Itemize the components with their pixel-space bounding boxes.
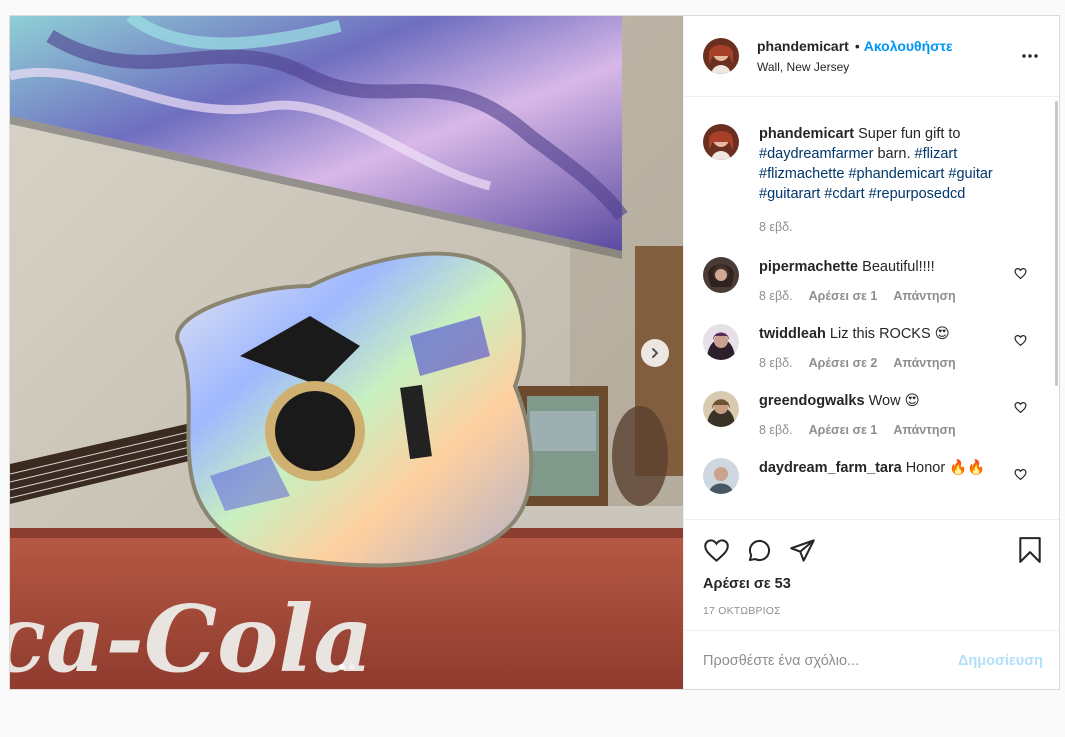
- carousel-next-button[interactable]: [641, 339, 669, 367]
- comment-item: pipermachette Beautiful!!!! 8 εβδ. Αρέσε…: [684, 257, 1059, 303]
- comment-meta: 8 εβδ. Αρέσει σε 1 Απάντηση: [759, 423, 1023, 437]
- publish-button[interactable]: Δημοσίευση: [958, 653, 1043, 669]
- comment-age[interactable]: 8 εβδ.: [759, 356, 793, 370]
- comment-text: daydream_farm_tara Honor 🔥🔥: [759, 458, 1023, 478]
- header-row: phandemicart • Ακολουθήστε: [757, 38, 953, 54]
- hashtag-link[interactable]: #daydreamfarmer: [759, 146, 873, 162]
- hashtag-link[interactable]: #guitarart: [759, 186, 820, 202]
- reply-button[interactable]: Απάντηση: [893, 423, 955, 437]
- heart-icon: [704, 539, 729, 562]
- comment-content: Honor 🔥🔥: [905, 460, 986, 476]
- comment-like-button[interactable]: [1014, 401, 1027, 417]
- carousel-dot: [338, 664, 345, 670]
- caption-item: phandemicart Super fun gift to #daydream…: [684, 124, 1059, 234]
- comment-body: twiddleah Liz this ROCKS 😍 8 εβδ. Αρέσει…: [759, 324, 1023, 370]
- post-image[interactable]: ca-Cola: [10, 16, 683, 689]
- caption-mid-text: barn.: [873, 146, 915, 162]
- comment-icon: [748, 539, 771, 562]
- caption-plain-text: Super fun gift to: [854, 126, 961, 142]
- share-icon: [790, 539, 815, 562]
- guitar-photo: ca-Cola: [10, 16, 683, 689]
- author-username[interactable]: phandemicart: [757, 38, 849, 54]
- hashtag-link[interactable]: #guitar: [948, 166, 992, 182]
- follow-button[interactable]: Ακολουθήστε: [864, 38, 953, 54]
- post-header: phandemicart • Ακολουθήστε Wall, New Jer…: [684, 16, 1059, 97]
- caption-meta: 8 εβδ.: [759, 220, 1023, 234]
- comment-meta: 8 εβδ. Αρέσει σε 1 Απάντηση: [759, 289, 1023, 303]
- heart-icon: [1014, 268, 1027, 280]
- save-button[interactable]: [1017, 536, 1043, 567]
- header-names: phandemicart • Ακολουθήστε Wall, New Jer…: [757, 38, 953, 74]
- post-location[interactable]: Wall, New Jersey: [757, 60, 953, 74]
- action-icons: [703, 537, 816, 567]
- comments-section[interactable]: phandemicart Super fun gift to #daydream…: [684, 97, 1059, 519]
- commenter-avatar[interactable]: [703, 257, 739, 293]
- comment-body: greendogwalks Wow 😍 8 εβδ. Αρέσει σε 1 Α…: [759, 391, 1023, 437]
- bookmark-icon: [1019, 537, 1041, 563]
- caption-username[interactable]: phandemicart: [759, 126, 854, 142]
- chevron-right-icon: [652, 348, 659, 358]
- comment-like-button[interactable]: [1014, 334, 1027, 350]
- post-actions: Αρέσει σε 53 17 ΟΚΤΩΒΡΙΟΣ Δημοσίευση: [684, 519, 1059, 689]
- hashtag-link[interactable]: #repurposedcd: [869, 186, 966, 202]
- comment-item: daydream_farm_tara Honor 🔥🔥: [684, 458, 1059, 494]
- hashtag-link[interactable]: #flizmachette: [759, 166, 844, 182]
- comment-body: daydream_farm_tara Honor 🔥🔥: [759, 458, 1023, 494]
- comment-button[interactable]: [746, 537, 773, 567]
- carousel-indicators: [10, 664, 683, 670]
- likes-count[interactable]: Αρέσει σε 53: [703, 576, 791, 592]
- add-comment-row: Δημοσίευση: [684, 630, 1059, 690]
- comment-age[interactable]: 8 εβδ.: [759, 289, 793, 303]
- comment-age[interactable]: 8 εβδ.: [759, 423, 793, 437]
- comment-likes[interactable]: Αρέσει σε 2: [809, 356, 878, 370]
- heart-icon: [1014, 335, 1027, 347]
- post-card: ca-Cola phandemicart • Ακολουθήστε Wall,…: [9, 15, 1060, 690]
- comment-content: Liz this ROCKS 😍: [829, 326, 950, 342]
- comment-likes[interactable]: Αρέσει σε 1: [809, 289, 878, 303]
- comment-text: pipermachette Beautiful!!!!: [759, 257, 1023, 277]
- hashtag-link[interactable]: #cdart: [824, 186, 864, 202]
- carousel-dot: [348, 664, 355, 670]
- comment-username[interactable]: twiddleah: [759, 326, 826, 342]
- heart-icon: [1014, 469, 1027, 481]
- share-button[interactable]: [789, 537, 816, 567]
- commenter-avatar[interactable]: [703, 324, 739, 360]
- reply-button[interactable]: Απάντηση: [893, 289, 955, 303]
- caption-body: phandemicart Super fun gift to #daydream…: [759, 124, 1023, 234]
- author-avatar[interactable]: [703, 124, 739, 160]
- more-options-button[interactable]: [1021, 47, 1039, 68]
- comment-text: greendogwalks Wow 😍: [759, 391, 1023, 411]
- comment-content: Wow 😍: [868, 393, 920, 409]
- post-date[interactable]: 17 ΟΚΤΩΒΡΙΟΣ: [703, 605, 781, 617]
- add-comment-input[interactable]: [703, 652, 958, 669]
- comment-username[interactable]: greendogwalks: [759, 393, 865, 409]
- caption-text: phandemicart Super fun gift to #daydream…: [759, 124, 1023, 204]
- comment-item: twiddleah Liz this ROCKS 😍 8 εβδ. Αρέσει…: [684, 324, 1059, 370]
- commenter-avatar[interactable]: [703, 458, 739, 494]
- reply-button[interactable]: Απάντηση: [893, 356, 955, 370]
- comment-username[interactable]: daydream_farm_tara: [759, 460, 902, 476]
- heart-icon: [1014, 402, 1027, 414]
- comment-meta: 8 εβδ. Αρέσει σε 2 Απάντηση: [759, 356, 1023, 370]
- commenter-avatar[interactable]: [703, 391, 739, 427]
- comment-content: Beautiful!!!!: [862, 259, 935, 275]
- comment-username[interactable]: pipermachette: [759, 259, 858, 275]
- post-sidebar: phandemicart • Ακολουθήστε Wall, New Jer…: [683, 16, 1059, 689]
- hashtag-link[interactable]: #flizart: [915, 146, 958, 162]
- more-options-icon: [1022, 54, 1038, 58]
- comment-like-button[interactable]: [1014, 468, 1027, 484]
- comment-item: greendogwalks Wow 😍 8 εβδ. Αρέσει σε 1 Α…: [684, 391, 1059, 437]
- coca-cola-logo-text: ca-Cola: [10, 585, 373, 689]
- comment-text: twiddleah Liz this ROCKS 😍: [759, 324, 1023, 344]
- like-button[interactable]: [703, 537, 730, 567]
- hashtag-link[interactable]: #phandemicart: [848, 166, 944, 182]
- separator-bullet: •: [854, 38, 860, 54]
- comment-likes[interactable]: Αρέσει σε 1: [809, 423, 878, 437]
- comment-like-button[interactable]: [1014, 267, 1027, 283]
- author-avatar[interactable]: [703, 38, 739, 74]
- caption-age[interactable]: 8 εβδ.: [759, 220, 793, 234]
- comment-body: pipermachette Beautiful!!!! 8 εβδ. Αρέσε…: [759, 257, 1023, 303]
